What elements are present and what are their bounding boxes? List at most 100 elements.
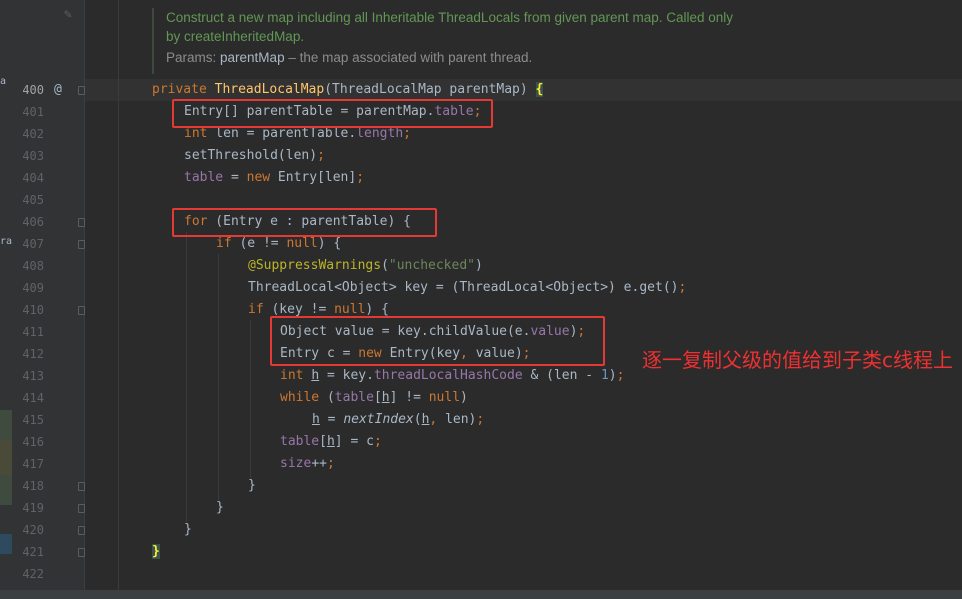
- line-number[interactable]: 407: [14, 233, 44, 255]
- annotation-note: 逐一复制父级的值给到子类c线程上: [642, 348, 953, 372]
- semicolon: ;: [678, 280, 687, 295]
- string-literal: "unchecked": [388, 258, 475, 273]
- code-line[interactable]: }: [152, 541, 160, 563]
- field-ref: table: [280, 434, 320, 449]
- keyword: null: [286, 236, 318, 251]
- panel-edge-label: a: [0, 76, 7, 87]
- panel-edge-block: [0, 475, 12, 505]
- fold-marker-icon[interactable]: [78, 306, 85, 315]
- code-line[interactable]: ThreadLocal<Object> key = (ThreadLocal<O…: [248, 277, 686, 299]
- code-text: ) {: [365, 302, 389, 317]
- code-line[interactable]: h = nextIndex(h, len);: [312, 409, 484, 431]
- indent-guide: [118, 0, 119, 590]
- fold-marker-icon[interactable]: [78, 482, 85, 491]
- keyword: new: [246, 170, 271, 185]
- keyword: null: [334, 302, 366, 317]
- line-number[interactable]: 402: [14, 123, 44, 145]
- code-line[interactable]: @SuppressWarnings("unchecked"): [248, 255, 483, 277]
- code-line[interactable]: while (table[h] != null): [280, 387, 468, 409]
- panel-edge-block: [0, 440, 12, 475]
- code-text: ): [460, 390, 468, 405]
- param-description: – the map associated with parent thread.: [284, 50, 533, 65]
- field-ref: length: [356, 126, 404, 141]
- panel-edge-block: [0, 534, 12, 554]
- line-number[interactable]: 401: [14, 101, 44, 123]
- highlight-box: [172, 208, 437, 237]
- code-text: (: [413, 412, 422, 427]
- javadoc-line: Construct a new map including all Inheri…: [166, 10, 734, 25]
- fold-marker-icon[interactable]: [78, 240, 85, 249]
- line-number[interactable]: 413: [14, 365, 44, 387]
- semicolon: ;: [326, 456, 335, 471]
- variable: h: [311, 368, 320, 383]
- code-text: ) {: [317, 236, 342, 251]
- line-number[interactable]: 419: [14, 497, 44, 519]
- fold-marker-icon[interactable]: [78, 504, 85, 513]
- code-line[interactable]: }: [184, 519, 192, 541]
- fold-marker-icon[interactable]: [78, 548, 85, 557]
- code-line[interactable]: table[h] = c;: [280, 431, 382, 453]
- code-text: ] = c: [334, 434, 374, 449]
- code-text: =: [223, 170, 247, 185]
- line-number[interactable]: 420: [14, 519, 44, 541]
- line-number[interactable]: 410: [14, 299, 44, 321]
- line-number[interactable]: 414: [14, 387, 44, 409]
- keyword: if: [216, 236, 232, 251]
- keyword: if: [248, 302, 264, 317]
- panel-edge-block: [0, 410, 12, 440]
- line-number[interactable]: 411: [14, 321, 44, 343]
- number-literal: 1: [600, 368, 609, 383]
- variable: h: [326, 434, 335, 449]
- line-number[interactable]: 418: [14, 475, 44, 497]
- javadoc-line: by createInheritedMap.: [166, 29, 305, 44]
- edit-doc-icon[interactable]: ✎: [64, 7, 72, 22]
- code-line[interactable]: size++;: [280, 453, 335, 475]
- line-number[interactable]: 406: [14, 211, 44, 233]
- code-line[interactable]: int h = key.threadLocalHashCode & (len -…: [280, 365, 624, 387]
- line-number[interactable]: 405: [14, 189, 44, 211]
- line-number[interactable]: 421: [14, 541, 44, 563]
- code-text: = key.: [319, 368, 374, 383]
- line-number[interactable]: 412: [14, 343, 44, 365]
- field-ref: size: [280, 456, 312, 471]
- semicolon: ;: [616, 368, 625, 383]
- semicolon: ;: [403, 126, 411, 141]
- variable: h: [312, 412, 320, 427]
- static-method-call: nextIndex: [343, 412, 414, 427]
- fold-marker-icon[interactable]: [78, 526, 85, 535]
- param-name: parentMap: [220, 50, 285, 65]
- highlight-box: [172, 99, 493, 128]
- line-number[interactable]: 403: [14, 145, 44, 167]
- fold-marker-icon[interactable]: [78, 86, 85, 95]
- line-number[interactable]: 400: [14, 79, 44, 101]
- code-line[interactable]: }: [216, 497, 224, 519]
- code-line[interactable]: table = new Entry[len];: [184, 167, 364, 189]
- annotation: @SuppressWarnings: [248, 258, 382, 273]
- code-text: (ThreadLocalMap parentMap): [324, 82, 536, 97]
- line-number[interactable]: 415: [14, 409, 44, 431]
- horizontal-scrollbar[interactable]: [0, 590, 962, 599]
- code-text: [: [319, 434, 327, 449]
- indent-guide: [186, 232, 187, 522]
- code-text: Entry[len]: [270, 170, 357, 185]
- code-text: ] !=: [389, 390, 429, 405]
- params-label: Params:: [166, 50, 217, 65]
- line-number[interactable]: 417: [14, 453, 44, 475]
- override-annotation-icon[interactable]: @: [54, 79, 62, 101]
- code-line[interactable]: private ThreadLocalMap(ThreadLocalMap pa…: [152, 79, 544, 101]
- code-text: ): [608, 368, 617, 383]
- code-line[interactable]: }: [248, 475, 256, 497]
- code-text: ThreadLocal<Object> key = (ThreadLocal<O…: [248, 280, 679, 295]
- code-line[interactable]: setThreshold(len);: [184, 145, 325, 167]
- line-number[interactable]: 409: [14, 277, 44, 299]
- code-text: [: [373, 390, 382, 405]
- line-number[interactable]: 416: [14, 431, 44, 453]
- line-number[interactable]: 408: [14, 255, 44, 277]
- variable: h: [381, 390, 390, 405]
- fold-marker-icon[interactable]: [78, 218, 85, 227]
- code-text: (e !=: [231, 236, 287, 251]
- code-text: (key !=: [263, 302, 335, 317]
- line-number[interactable]: 422: [14, 563, 44, 585]
- line-number[interactable]: 404: [14, 167, 44, 189]
- keyword: int: [184, 126, 208, 141]
